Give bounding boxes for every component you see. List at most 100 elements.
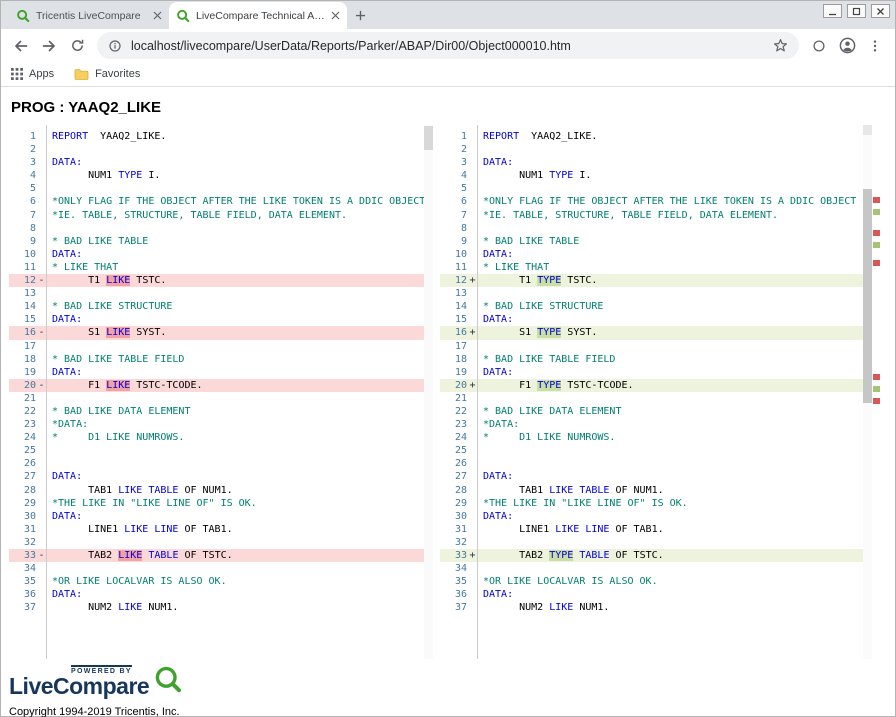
gutter-separator [477,125,478,659]
apps-grid-icon [11,68,23,80]
page-info-icon[interactable] [108,39,122,53]
diff-map-mark [873,260,880,266]
window-controls [823,4,890,18]
tab-close-icon[interactable] [153,11,162,20]
code-line: 37 NUM2 LIKE NUM1. [9,601,424,614]
diff-map-mark [873,230,880,236]
maximize-button[interactable] [847,4,866,18]
tab-tricentis-livecompare[interactable]: Tricentis LiveCompare [9,2,169,29]
code-line: 16- S1 LIKE SYST. [9,326,424,339]
code-line: 33- TAB2 LIKE TABLE OF TSTC. [9,549,424,562]
copyright-text: Copyright 1994-2019 Tricentis, Inc. [9,706,895,717]
code-line: 22* BAD LIKE DATA ELEMENT [440,405,863,418]
code-line: 21 [440,392,863,405]
bookmark-star-icon[interactable] [773,38,788,53]
code-line: 18* BAD LIKE TABLE FIELD [9,353,424,366]
code-line: 11* LIKE THAT [440,261,863,274]
new-tab-button[interactable] [347,2,373,28]
code-line: 13 [9,287,424,300]
code-line: 35*OR LIKE LOCALVAR IS ALSO OK. [440,575,863,588]
gutter-separator [46,125,47,659]
code-line: 29*THE LIKE IN "LIKE LINE OF" IS OK. [440,497,863,510]
code-line: 5 [440,182,863,195]
code-line: 28 TAB1 LIKE TABLE OF NUM1. [440,484,863,497]
code-line: 10DATA: [9,248,424,261]
code-line: 16+ S1 TYPE SYST. [440,326,863,339]
code-line: 12+ T1 TYPE TSTC. [440,274,863,287]
extension-icon[interactable] [805,32,833,60]
code-line: 28 TAB1 LIKE TABLE OF NUM1. [9,484,424,497]
apps-shortcut[interactable]: Apps [11,68,54,80]
code-line: 20+ F1 TYPE TSTC-TCODE. [440,379,863,392]
code-line: 1REPORT YAAQ2_LIKE. [440,130,863,143]
code-line: 27DATA: [9,470,424,483]
code-line: 26 [9,457,424,470]
code-line: 36DATA: [440,588,863,601]
code-line: 9* BAD LIKE TABLE [9,235,424,248]
code-line: 17 [440,340,863,353]
back-button[interactable] [7,32,35,60]
livecompare-favicon [16,9,30,23]
code-line: 36DATA: [9,588,424,601]
forward-button[interactable] [35,32,63,60]
close-icon [876,7,885,16]
code-line: 14* BAD LIKE STRUCTURE [9,300,424,313]
tab-title: Tricentis LiveCompare [36,10,147,22]
code-line: 12- T1 LIKE TSTC. [9,274,424,287]
code-line: 13 [440,287,863,300]
code-line: 15DATA: [440,313,863,326]
close-button[interactable] [871,4,890,18]
code-line: 7*IE. TABLE, STRUCTURE, TABLE FIELD, DAT… [440,209,863,222]
code-line: 4 NUM1 TYPE I. [440,169,863,182]
right-scrollbar-thumb[interactable] [863,189,872,403]
code-line: 31 LINE1 LIKE LINE OF TAB1. [440,523,863,536]
code-line: 9* BAD LIKE TABLE [440,235,863,248]
maximize-icon [852,7,861,16]
profile-button[interactable] [833,32,861,60]
code-line: 1REPORT YAAQ2_LIKE. [9,130,424,143]
code-line: 7*IE. TABLE, STRUCTURE, TABLE FIELD, DAT… [9,209,424,222]
brand-text: LiveCompare [9,673,149,699]
code-line: 11* LIKE THAT [9,261,424,274]
code-line: 5 [9,182,424,195]
address-bar[interactable]: localhost/livecompare/UserData/Reports/P… [97,32,799,59]
code-line: 24* D1 LIKE NUMROWS. [9,431,424,444]
url-text: localhost/livecompare/UserData/Reports/P… [131,39,764,53]
code-line: 2 [9,143,424,156]
menu-button[interactable] [861,32,889,60]
favorites-label: Favorites [95,68,140,80]
apps-label: Apps [29,68,54,80]
code-line: 23*DATA: [9,418,424,431]
code-line: 32 [9,536,424,549]
left-scrollbar-thumb[interactable] [424,126,433,150]
livecompare-logo: POWERED BY LiveCompare [9,665,895,699]
livecompare-favicon [176,9,190,23]
minimize-icon [828,7,837,16]
code-line: 21 [9,392,424,405]
code-line: 33+ TAB2 TYPE TABLE OF TSTC. [440,549,863,562]
diff-pane-left: 1REPORT YAAQ2_LIKE.23DATA:4 NUM1 TYPE I.… [9,125,433,659]
code-lines-left: 1REPORT YAAQ2_LIKE.23DATA:4 NUM1 TYPE I.… [9,125,424,614]
code-line: 18* BAD LIKE TABLE FIELD [440,353,863,366]
code-line: 10DATA: [440,248,863,261]
code-line: 15DATA: [9,313,424,326]
code-line: 8 [440,222,863,235]
code-line: 3DATA: [9,156,424,169]
minimize-button[interactable] [823,4,842,18]
scrollbar-up-button[interactable] [863,125,872,135]
left-scrollbar[interactable] [424,125,433,659]
tab-livecompare-technical-analysis[interactable]: LiveCompare Technical Analysis [169,2,347,29]
diff-map-mark [873,374,880,380]
diff-map[interactable] [872,125,881,659]
tab-close-icon[interactable] [331,11,340,20]
code-line: 23*DATA: [440,418,863,431]
code-line: 26 [440,457,863,470]
right-scrollbar[interactable] [863,125,872,659]
favorites-folder[interactable]: Favorites [74,68,140,81]
browser-toolbar: localhost/livecompare/UserData/Reports/P… [1,29,895,62]
diff-map-mark [873,242,880,248]
code-line: 19DATA: [440,366,863,379]
reload-button[interactable] [63,32,91,60]
footer: POWERED BY LiveCompare Copyright 1994-20… [9,665,895,717]
diff-map-mark [873,197,880,203]
